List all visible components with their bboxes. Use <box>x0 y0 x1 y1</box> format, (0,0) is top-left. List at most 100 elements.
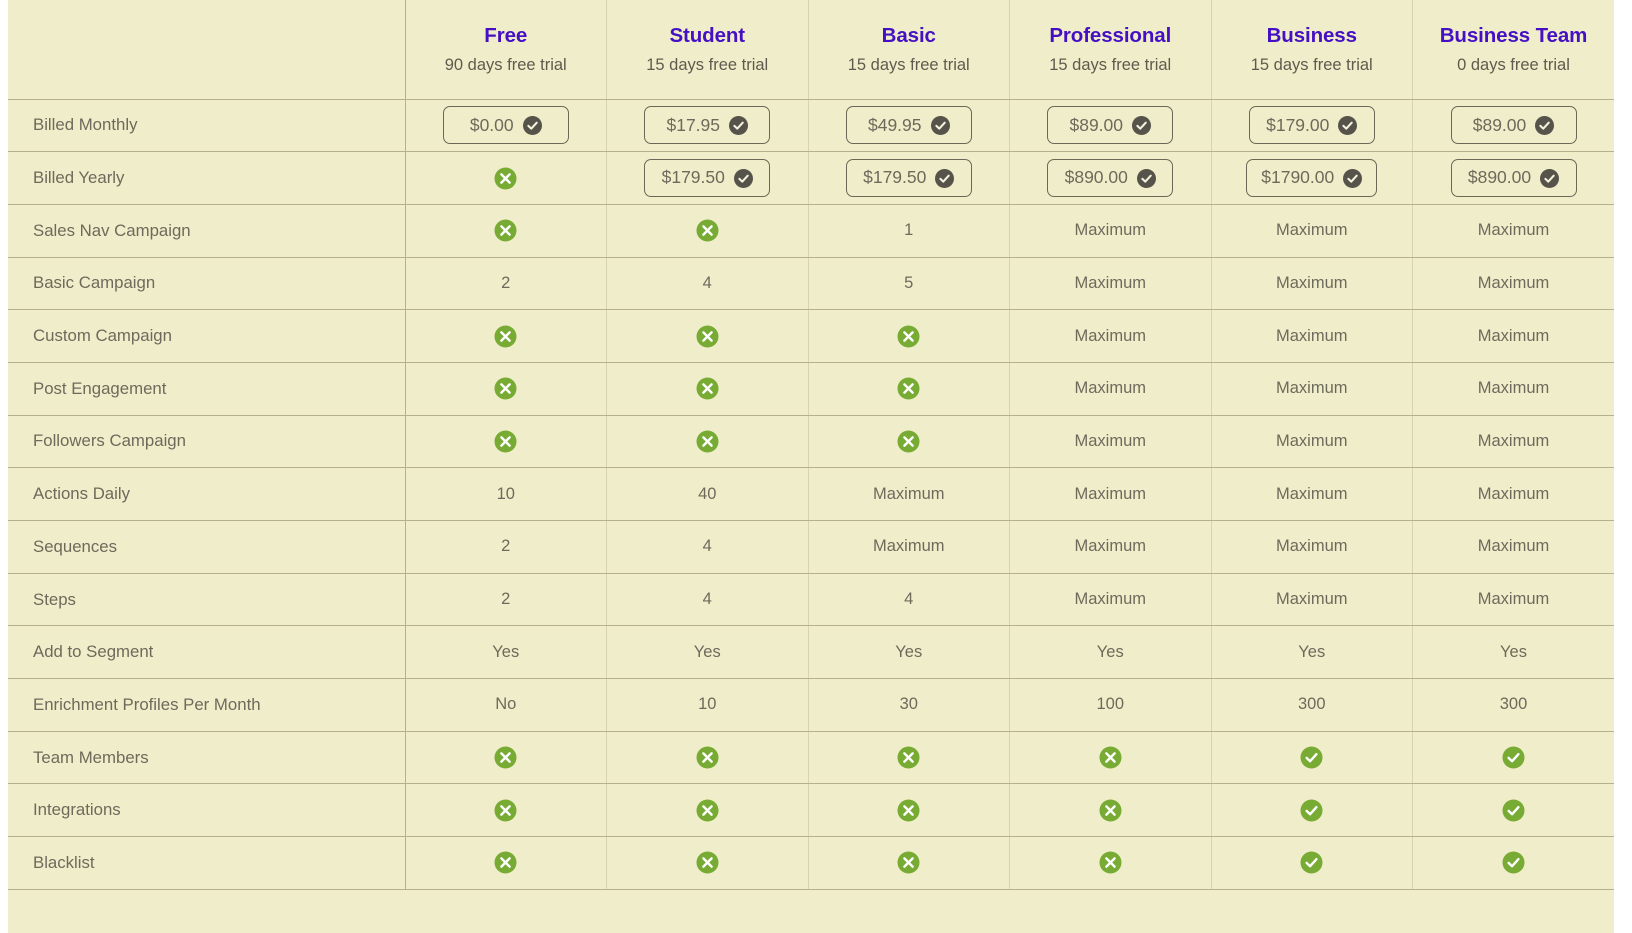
cell-value: Maximum <box>1074 537 1146 556</box>
feature-cell: Maximum <box>1412 257 1614 311</box>
feature-cell: Maximum <box>1009 204 1212 258</box>
price-button[interactable]: $890.00 <box>1450 159 1577 198</box>
feature-cell[interactable]: $17.95 <box>606 99 809 153</box>
cell-value: 4 <box>904 590 914 609</box>
feature-label: Steps <box>8 573 406 627</box>
feature-label: Add to Segment <box>8 625 406 680</box>
price-value: $49.95 <box>867 114 922 135</box>
cross-circle-icon <box>494 430 517 453</box>
table-header: Free 90 days free trial Student 15 days fre… <box>8 0 1614 100</box>
price-button[interactable]: $89.00 <box>1450 106 1577 145</box>
feature-label: Enrichment Profiles Per Month <box>8 678 406 732</box>
plan-trial-label: 15 days free trial <box>847 55 970 74</box>
feature-cell[interactable]: $49.95 <box>808 99 1010 153</box>
price-button[interactable]: $89.00 <box>1047 106 1174 145</box>
cell-value: 100 <box>1096 695 1125 714</box>
check-circle-icon <box>1502 851 1525 874</box>
cell-value: Maximum <box>1477 431 1550 450</box>
table-row: Enrichment Profiles Per Month No 10 30 100 30… <box>8 678 1614 732</box>
check-circle-icon <box>1300 799 1323 822</box>
check-badge-icon <box>930 115 950 135</box>
plan-header-4: Business 15 days free trial <box>1211 0 1413 100</box>
price-button[interactable]: $179.00 <box>1248 106 1375 145</box>
feature-cell <box>808 836 1010 890</box>
feature-cell <box>1009 836 1212 890</box>
cell-value: Maximum <box>1074 273 1146 292</box>
price-button[interactable]: $49.95 <box>845 106 972 145</box>
feature-cell[interactable]: $179.00 <box>1211 99 1413 153</box>
feature-cell[interactable]: $179.50 <box>606 151 809 205</box>
feature-label: Sequences <box>8 520 406 574</box>
plan-trial-label: 15 days free trial <box>1250 55 1373 74</box>
cell-value: Yes <box>1096 642 1124 661</box>
price-button[interactable]: $0.00 <box>442 106 569 145</box>
plan-header-row: Free 90 days free trial Student 15 days fre… <box>8 0 1614 100</box>
cross-circle-icon <box>696 325 719 348</box>
price-button[interactable]: $1790.00 <box>1246 159 1378 198</box>
cell-value: Maximum <box>1477 326 1550 345</box>
feature-cell[interactable]: $890.00 <box>1009 151 1212 205</box>
feature-cell: 4 <box>606 257 809 311</box>
cell-value: Maximum <box>1074 326 1146 345</box>
table-row: Actions Daily 10 40 Maximum Maximum Maximum Ma… <box>8 467 1614 521</box>
feature-cell[interactable]: $0.00 <box>405 99 607 153</box>
feature-cell <box>405 204 607 258</box>
cell-value: 1 <box>904 221 914 240</box>
price-button[interactable]: $179.50 <box>845 159 972 198</box>
table-row: Custom Campaign Maximum Maximum Maximum <box>8 309 1614 363</box>
check-badge-icon <box>1132 115 1152 135</box>
cell-value: Maximum <box>1275 221 1348 240</box>
feature-cell <box>405 309 607 363</box>
feature-cell: 300 <box>1412 678 1614 732</box>
cross-circle-icon <box>494 377 517 400</box>
check-badge-icon <box>1535 115 1555 135</box>
cell-value: Maximum <box>1275 379 1348 398</box>
price-button[interactable]: $890.00 <box>1047 159 1174 198</box>
feature-label: Team Members <box>8 731 406 785</box>
feature-cell: Maximum <box>1211 467 1413 521</box>
feature-cell: Maximum <box>1211 520 1413 574</box>
feature-cell[interactable]: $89.00 <box>1009 99 1212 153</box>
feature-cell: Yes <box>1211 625 1413 680</box>
cross-circle-icon <box>494 219 517 242</box>
feature-label: Custom Campaign <box>8 309 406 363</box>
feature-cell <box>606 731 809 785</box>
feature-cell: Maximum <box>1211 415 1413 469</box>
cell-value: No <box>495 695 517 714</box>
price-button[interactable]: $179.50 <box>644 159 771 198</box>
feature-cell <box>1009 731 1212 785</box>
table-row: Steps 2 4 4 Maximum Maximum Maximum <box>8 573 1614 627</box>
feature-cell[interactable]: $179.50 <box>808 151 1010 205</box>
pricing-comparison-page: Free 90 days free trial Student 15 days fre… <box>0 0 1632 933</box>
feature-cell: 4 <box>606 520 809 574</box>
price-value: $89.00 <box>1069 114 1124 135</box>
price-value: $1790.00 <box>1261 167 1335 188</box>
cell-value: Maximum <box>1074 221 1146 240</box>
cell-value: Maximum <box>1477 590 1550 609</box>
price-button[interactable]: $17.95 <box>644 106 771 145</box>
feature-cell[interactable]: $89.00 <box>1412 99 1614 153</box>
table-body: Billed Monthly $0.00 $17.95 $49.95 $89.00 $17… <box>8 99 1614 890</box>
feature-cell <box>405 836 607 890</box>
feature-cell: Maximum <box>1412 520 1614 574</box>
feature-cell <box>808 309 1010 363</box>
feature-cell: Yes <box>405 625 607 680</box>
table-row: Blacklist <box>8 836 1614 890</box>
feature-cell: Maximum <box>1211 573 1413 627</box>
feature-cell <box>606 836 809 890</box>
cell-value: 300 <box>1297 695 1326 714</box>
feature-cell[interactable]: $890.00 <box>1412 151 1614 205</box>
cross-circle-icon <box>696 851 719 874</box>
plan-name: Business <box>1266 23 1357 47</box>
check-badge-icon <box>733 168 753 188</box>
feature-cell: Maximum <box>1412 467 1614 521</box>
cell-value: 2 <box>501 590 511 609</box>
price-value: $179.00 <box>1266 114 1330 135</box>
cell-value: Maximum <box>1074 431 1146 450</box>
feature-cell[interactable]: $1790.00 <box>1211 151 1413 205</box>
cell-value: Maximum <box>1275 484 1348 503</box>
table-row: Billed Monthly $0.00 $17.95 $49.95 $89.00 $17… <box>8 99 1614 153</box>
cell-value: Maximum <box>1477 537 1550 556</box>
feature-column-header <box>8 0 406 100</box>
feature-cell: Maximum <box>1009 257 1212 311</box>
